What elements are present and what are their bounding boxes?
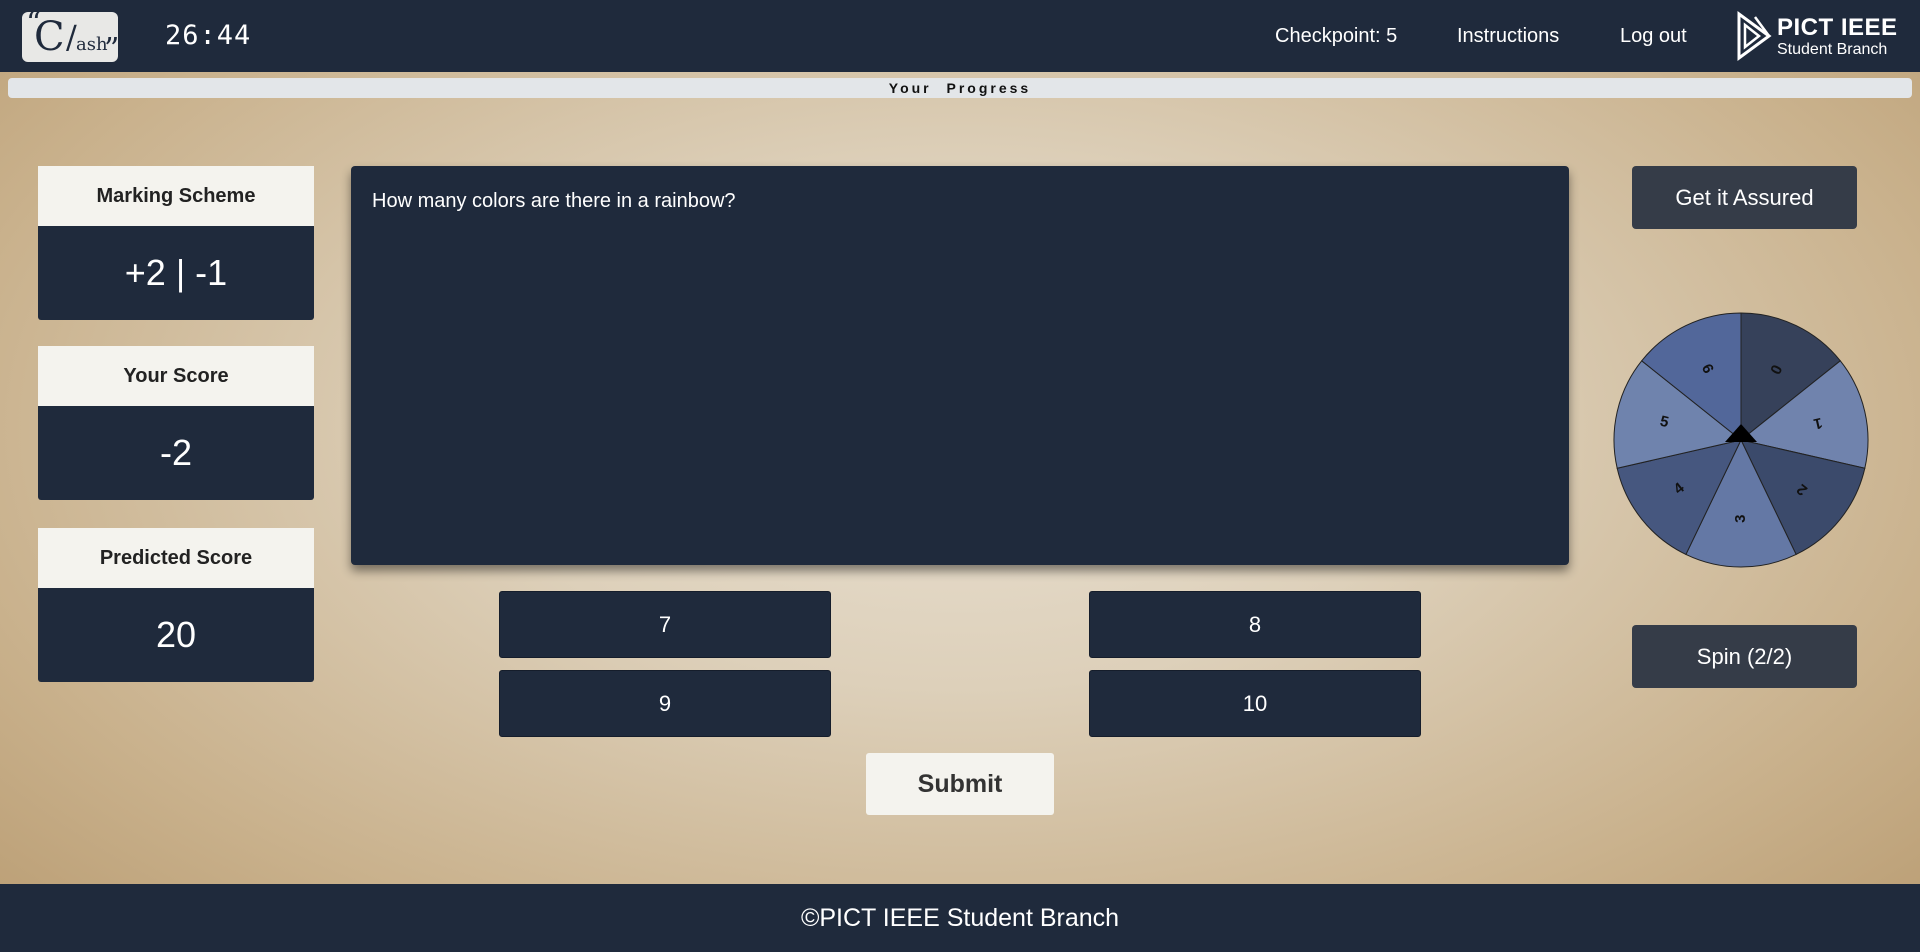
marking-scheme-card: Marking Scheme +2 | -1 <box>38 166 314 320</box>
progress-bar: Your Progress <box>8 78 1912 98</box>
question-text: How many colors are there in a rainbow? <box>372 190 736 212</box>
option-button-3[interactable]: 9 <box>499 670 831 737</box>
clash-logo[interactable]: “ C / ash ” <box>22 6 119 67</box>
footer: ©PICT IEEE Student Branch <box>0 884 1920 952</box>
predicted-score-value: 20 <box>38 588 314 682</box>
spin-wheel-graphic: 0123456 <box>1613 312 1869 568</box>
marking-scheme-value: +2 | -1 <box>38 226 314 320</box>
option-button-2[interactable]: 8 <box>1089 591 1421 658</box>
brand-subtitle: Student Branch <box>1777 41 1888 58</box>
question-panel: How many colors are there in a rainbow? <box>351 166 1569 565</box>
brand-title: PICT IEEE <box>1777 14 1898 41</box>
checkpoint-indicator: Checkpoint: 5 <box>1275 25 1398 47</box>
countdown-timer: 26:44 <box>165 20 252 51</box>
pict-ieee-logo: PICT IEEE Student Branch <box>1735 11 1897 61</box>
option-button-1[interactable]: 7 <box>499 591 831 658</box>
wheel-label-3: 3 <box>1732 515 1749 523</box>
top-navbar: “ C / ash ” 26:44 Checkpoint: 5 Instruct… <box>0 0 1920 72</box>
instructions-link[interactable]: Instructions <box>1457 25 1559 48</box>
spin-button[interactable]: Spin (2/2) <box>1632 625 1857 688</box>
marking-scheme-title: Marking Scheme <box>38 166 314 226</box>
predicted-score-title: Predicted Score <box>38 528 314 588</box>
option-button-4[interactable]: 10 <box>1089 670 1421 737</box>
ieee-emblem-icon <box>1737 11 1772 61</box>
score-title: Your Score <box>38 346 314 406</box>
spin-wheel[interactable]: 0123456 <box>1611 310 1871 570</box>
submit-button[interactable]: Submit <box>866 753 1054 815</box>
get-it-assured-button[interactable]: Get it Assured <box>1632 166 1857 229</box>
predicted-score-card: Predicted Score 20 <box>38 528 314 682</box>
logout-link[interactable]: Log out <box>1620 25 1687 48</box>
footer-copyright: ©PICT IEEE Student Branch <box>800 903 1120 932</box>
score-value: -2 <box>38 406 314 500</box>
progress-label: Your Progress <box>888 80 1032 96</box>
score-card: Your Score -2 <box>38 346 314 500</box>
